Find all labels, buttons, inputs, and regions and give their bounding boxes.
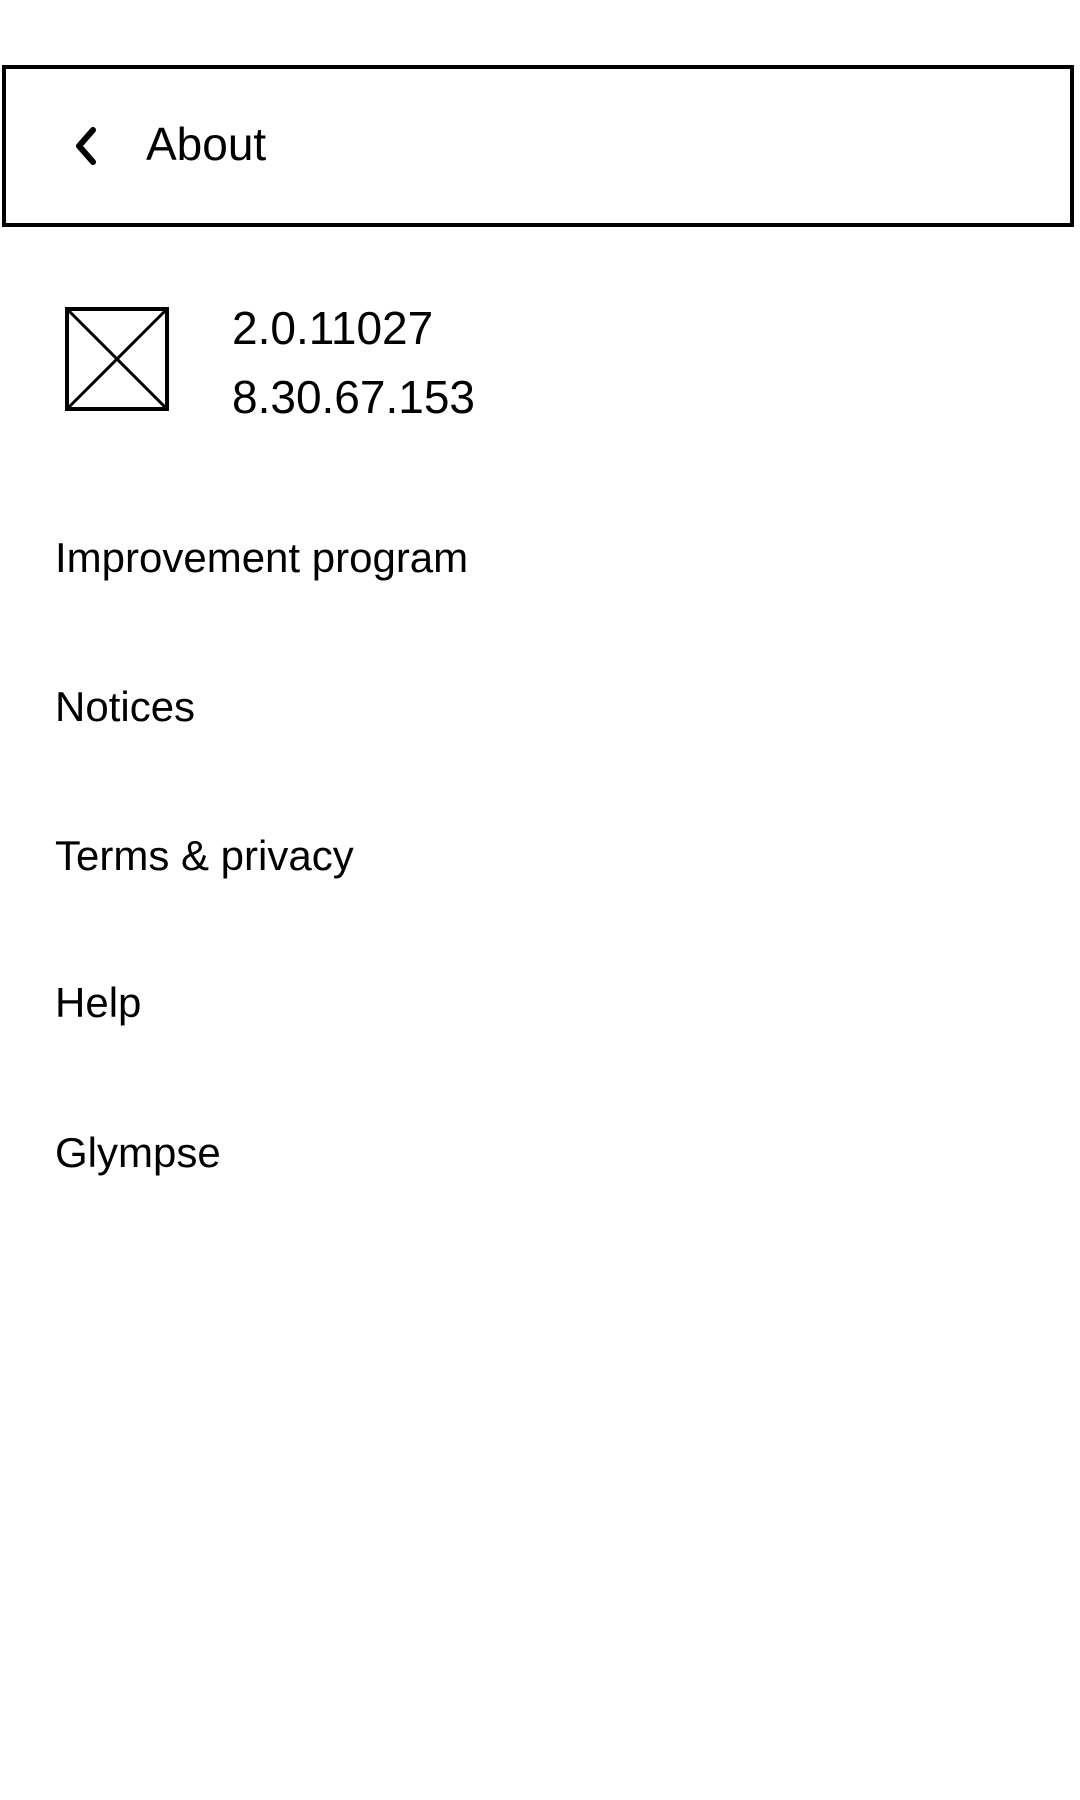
help-item[interactable]: Help	[0, 943, 1080, 1063]
improvement-program-item[interactable]: Improvement program	[0, 498, 1080, 618]
glympse-item[interactable]: Glympse	[0, 1093, 1080, 1213]
notices-item[interactable]: Notices	[0, 647, 1080, 767]
terms-privacy-item[interactable]: Terms & privacy	[0, 796, 1080, 916]
settings-list: Improvement program Notices Terms & priv…	[0, 0, 1080, 1800]
